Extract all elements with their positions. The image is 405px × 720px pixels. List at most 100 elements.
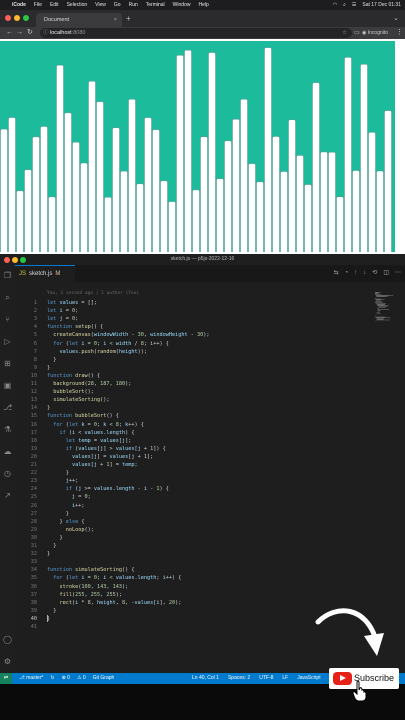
code-line[interactable]: 13 simulateSorting(); xyxy=(15,396,375,404)
forward-icon[interactable]: → xyxy=(16,27,23,39)
tab-close-icon[interactable]: × xyxy=(114,13,117,27)
code-line[interactable]: 3 let j = 0; xyxy=(15,315,375,323)
indentation[interactable]: Spaces: 2 xyxy=(228,673,250,684)
code-line[interactable]: 15 function bubbleSort() { xyxy=(15,412,375,420)
code-line[interactable]: 29 noLoop(); xyxy=(15,526,375,534)
run-debug-icon[interactable]: ▷ xyxy=(3,337,12,346)
timeline-icon[interactable]: ◷ xyxy=(3,469,12,478)
code-line[interactable]: 24 if (j >= values.length - i - 1) { xyxy=(15,485,375,493)
code-line[interactable]: 21 values[j + 1] = temp; xyxy=(15,461,375,469)
menu-go[interactable]: Go xyxy=(114,0,121,10)
error-count[interactable]: ⊗ 0 xyxy=(62,673,70,684)
search-view-icon[interactable]: ⌕ xyxy=(3,293,12,302)
docker-icon[interactable]: ☁ xyxy=(3,447,12,456)
live-share-icon[interactable]: ↗ xyxy=(3,491,12,500)
tab-sketch-js[interactable]: JS sketch.js M xyxy=(15,265,75,282)
code-line[interactable]: 23 j++; xyxy=(15,477,375,485)
vscode-minimize-icon[interactable] xyxy=(12,257,18,263)
control-center-icon[interactable]: ☰ xyxy=(352,0,356,10)
code-line[interactable]: 19 if (values[j] > values[j + 1]) { xyxy=(15,445,375,453)
code-line[interactable]: 30 } xyxy=(15,534,375,542)
menu-edit[interactable]: Edit xyxy=(50,0,59,10)
wifi-icon[interactable]: ◠ xyxy=(333,0,337,10)
reload-icon[interactable]: ↻ xyxy=(27,27,33,39)
incognito-indicator[interactable]: ◉ Incognito xyxy=(362,27,388,39)
code-line[interactable]: 25 j = 0; xyxy=(15,493,375,501)
code-line[interactable]: 34 function simulateSorting() { xyxy=(15,566,375,574)
more-actions-icon[interactable]: ⋯ xyxy=(395,265,401,282)
code-line[interactable]: 4 function setup() { xyxy=(15,323,375,331)
split-view-icon[interactable]: ▭ xyxy=(354,27,360,39)
code-line[interactable]: 33 xyxy=(15,558,375,566)
code-line[interactable]: 32} xyxy=(15,550,375,558)
p5-sketch-canvas[interactable] xyxy=(0,41,395,252)
menu-window[interactable]: Window xyxy=(173,0,191,10)
minimap[interactable] xyxy=(375,292,397,322)
menu-file[interactable]: File xyxy=(34,0,42,10)
menu-terminal[interactable]: Terminal xyxy=(146,0,165,10)
split-editor-icon[interactable]: ◫ xyxy=(383,265,389,282)
code-line[interactable]: 14} xyxy=(15,404,375,412)
close-window-icon[interactable] xyxy=(5,15,11,21)
code-line[interactable]: 31 } xyxy=(15,542,375,550)
code-line[interactable]: 5 createCanvas(windowWidth - 30, windowH… xyxy=(15,331,375,339)
menu-selection[interactable]: Selection xyxy=(67,0,88,10)
extensions-icon[interactable]: ⊞ xyxy=(3,359,12,368)
remote-indicator[interactable]: ⇄ xyxy=(0,673,12,684)
code-line[interactable]: 20 values[j] = values[j + 1]; xyxy=(15,453,375,461)
address-bar[interactable]: ⓘ localhost:8080 ☆ xyxy=(40,28,352,38)
git-history-icon[interactable]: ⟲ xyxy=(372,265,377,282)
accounts-icon[interactable]: ◯ xyxy=(3,635,12,644)
code-line[interactable]: 22 } xyxy=(15,469,375,477)
code-line[interactable]: 6 for (let i = 0; i < width / 8; i++) { xyxy=(15,340,375,348)
vscode-maximize-icon[interactable] xyxy=(20,257,26,263)
site-info-icon[interactable]: ⓘ xyxy=(43,28,49,38)
language-mode[interactable]: JavaScript xyxy=(297,673,320,684)
menu-view[interactable]: View xyxy=(95,0,106,10)
code-line[interactable]: 11 background(28, 187, 180); xyxy=(15,380,375,388)
maximize-window-icon[interactable] xyxy=(23,15,29,21)
git-graph-status[interactable]: Git Graph xyxy=(93,673,115,684)
code-line[interactable]: 1 let values = []; xyxy=(15,299,375,307)
code-line[interactable]: 16 for (let k = 0; k < 8; k++) { xyxy=(15,421,375,429)
source-control-icon[interactable]: ⑂ xyxy=(3,315,12,324)
prev-change-icon[interactable]: ↑ xyxy=(354,265,357,282)
back-icon[interactable]: ← xyxy=(6,27,13,39)
code-line[interactable]: 35 for (let i = 0; i < values.length; i+… xyxy=(15,574,375,582)
sync-icon[interactable]: ↻ xyxy=(50,673,54,684)
next-change-icon[interactable]: ↓ xyxy=(363,265,366,282)
open-changes-icon[interactable]: ⇆ xyxy=(334,265,339,282)
code-line[interactable]: 10 function draw() { xyxy=(15,372,375,380)
code-line[interactable]: 18 let temp = values[j]; xyxy=(15,437,375,445)
warning-count[interactable]: ⚠ 0 xyxy=(77,673,86,684)
code-line[interactable]: 28 } else { xyxy=(15,518,375,526)
code-line[interactable]: 9} xyxy=(15,364,375,372)
code-line[interactable]: 17 if (i < values.length) { xyxy=(15,429,375,437)
end-of-line[interactable]: LF xyxy=(282,673,288,684)
browser-tab-document[interactable]: Document × xyxy=(36,13,122,27)
minimize-window-icon[interactable] xyxy=(14,15,20,21)
file-encoding[interactable]: UTF-8 xyxy=(259,673,273,684)
code-line[interactable]: 7 values.push(random(height)); xyxy=(15,348,375,356)
tab-search-icon[interactable]: ⌄ xyxy=(393,14,399,22)
remote-explorer-icon[interactable]: ▣ xyxy=(3,381,12,390)
compare-icon[interactable]: ◔ xyxy=(345,265,349,282)
bookmark-star-icon[interactable]: ☆ xyxy=(342,28,347,38)
browser-menu-icon[interactable]: ⋮ xyxy=(396,27,403,39)
search-icon[interactable]: ⌕ xyxy=(343,0,346,10)
git-graph-icon[interactable]: ⎇ xyxy=(3,403,12,412)
explorer-icon[interactable]: ❐ xyxy=(3,271,12,280)
new-tab-button[interactable]: + xyxy=(126,15,131,23)
code-line[interactable]: 27 } xyxy=(15,510,375,518)
code-line[interactable]: 36 stroke(100, 143, 143); xyxy=(15,583,375,591)
manage-gear-icon[interactable]: ⚙ xyxy=(3,657,12,666)
menubar-clock[interactable]: Sat 17 Dec 01:31 xyxy=(362,0,401,10)
vscode-close-icon[interactable] xyxy=(4,257,10,263)
cursor-position[interactable]: Ln 40, Col 1 xyxy=(192,673,219,684)
code-line[interactable]: 26 i++; xyxy=(15,502,375,510)
menu-help[interactable]: Help xyxy=(198,0,208,10)
branch-indicator[interactable]: ⎇ master* xyxy=(19,673,43,684)
code-line[interactable]: 8 } xyxy=(15,356,375,364)
menu-run[interactable]: Run xyxy=(129,0,138,10)
code-line[interactable]: 2 let i = 0; xyxy=(15,307,375,315)
